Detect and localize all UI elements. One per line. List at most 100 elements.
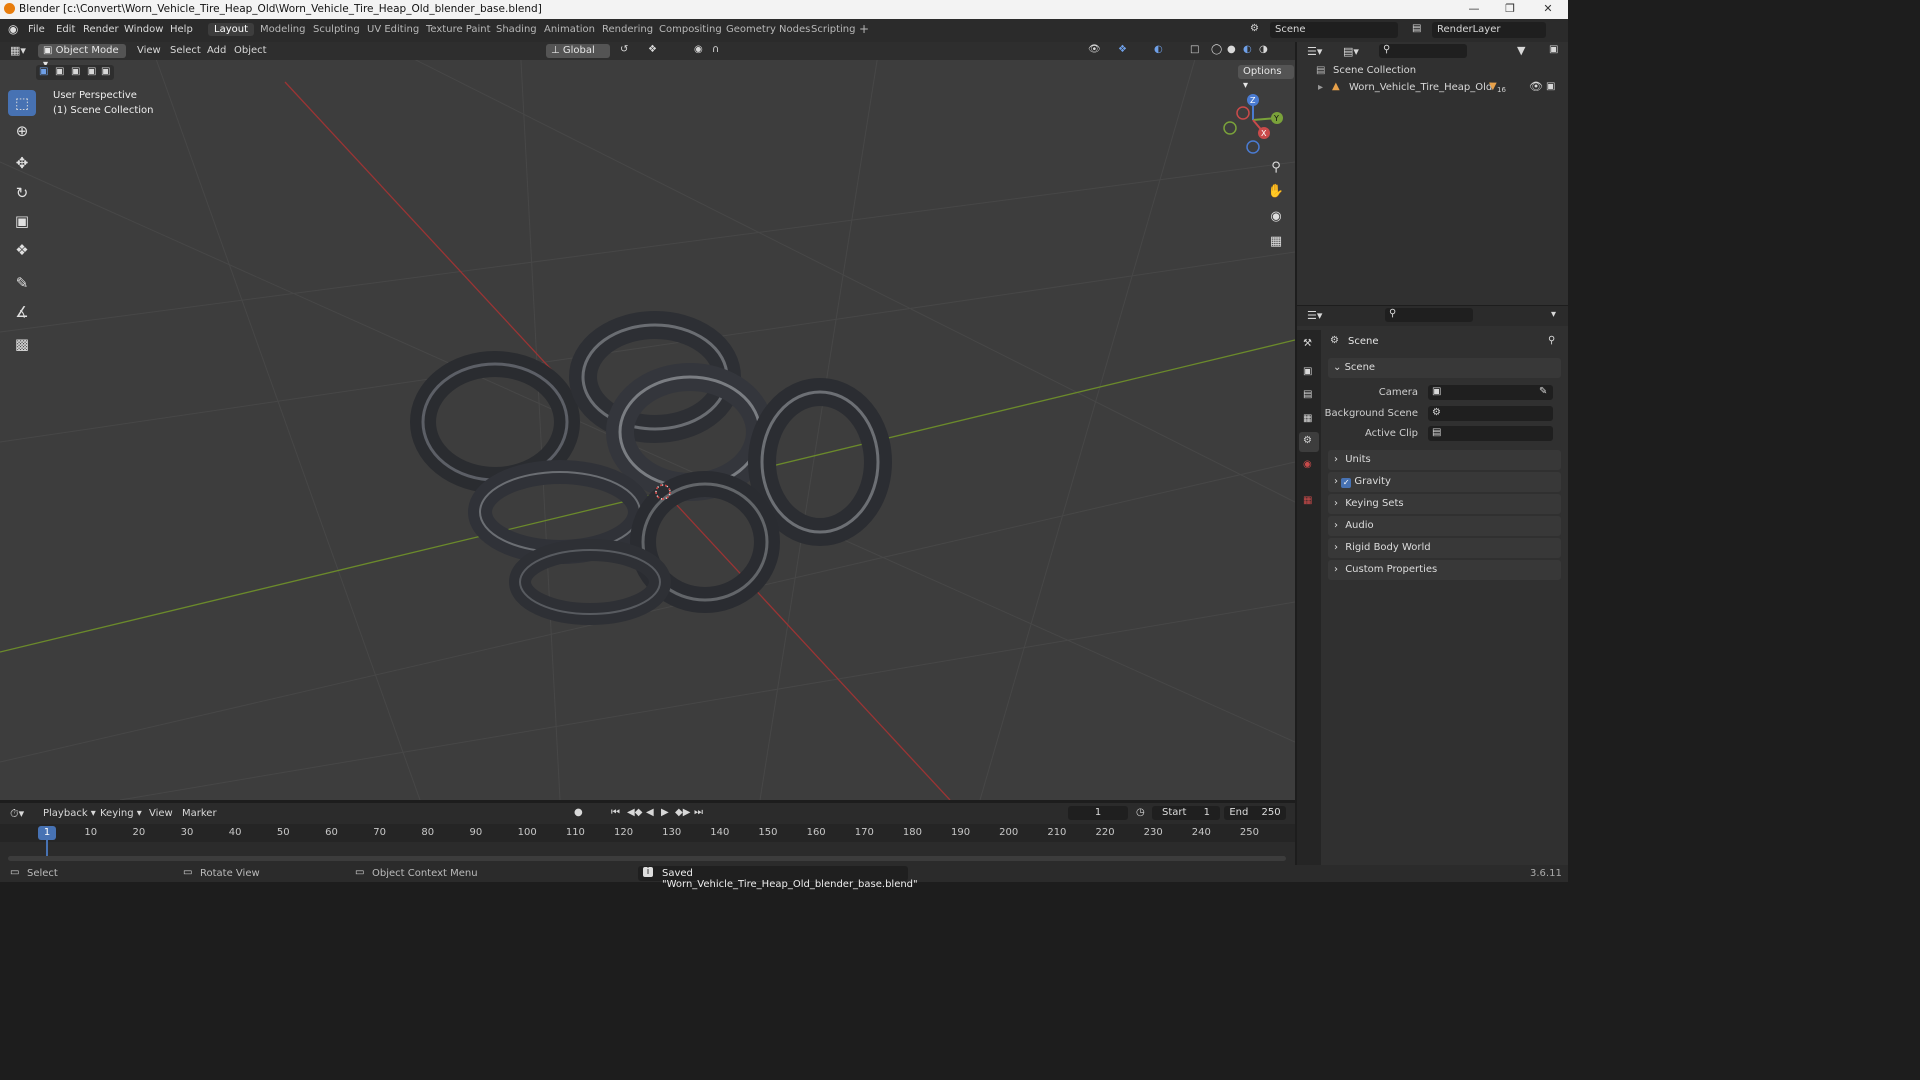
panel-rigid-body-world[interactable]: › Rigid Body World: [1328, 538, 1561, 558]
add-workspace-button[interactable]: +: [859, 22, 869, 36]
add-cube-tool[interactable]: ▩: [8, 331, 36, 357]
outliner-root-label[interactable]: Scene Collection: [1333, 65, 1416, 76]
close-button[interactable]: ✕: [1530, 0, 1566, 19]
select-box-tool[interactable]: ⬚: [8, 90, 36, 116]
menu-file[interactable]: File: [28, 24, 45, 35]
snap-icon[interactable]: ❖: [648, 44, 657, 55]
gravity-checkbox[interactable]: ✓: [1341, 478, 1352, 488]
select-new-icon[interactable]: ▣: [39, 66, 48, 77]
select-extend-icon[interactable]: ▣: [55, 66, 64, 77]
menu-help[interactable]: Help: [170, 24, 193, 35]
outliner-item-label[interactable]: Worn_Vehicle_Tire_Heap_Old: [1349, 82, 1492, 93]
blender-menu-icon[interactable]: ◉: [8, 22, 18, 36]
viewport-menu-add[interactable]: Add: [207, 45, 226, 56]
transform-orientation[interactable]: ⊥ Global: [546, 44, 610, 58]
camera-view-icon[interactable]: ◉: [1265, 206, 1287, 228]
record-icon[interactable]: ●: [574, 807, 583, 818]
tab-modeling[interactable]: Modeling: [260, 24, 306, 35]
gizmo-toggle-icon[interactable]: ❖: [1118, 44, 1127, 55]
pan-hand-icon[interactable]: ✋: [1265, 181, 1287, 203]
falloff-icon[interactable]: ∩: [712, 44, 719, 55]
pin-icon[interactable]: ⚲: [1548, 335, 1555, 346]
filter-icon[interactable]: ▼: [1517, 44, 1525, 57]
proportional-edit-icon[interactable]: ◉: [694, 44, 703, 55]
start-frame-field[interactable]: Start 1: [1152, 806, 1220, 820]
scale-tool[interactable]: ▣: [8, 208, 36, 234]
current-frame-field[interactable]: 1: [1068, 806, 1128, 820]
tab-animation[interactable]: Animation: [544, 24, 595, 35]
properties-editor-type-icon[interactable]: ☰▾: [1307, 309, 1322, 322]
properties-search-input[interactable]: ⚲: [1385, 308, 1473, 322]
perspective-grid-icon[interactable]: ▦: [1265, 231, 1287, 253]
cursor-tool[interactable]: ⊕: [8, 118, 36, 144]
tab-compositing[interactable]: Compositing: [659, 24, 722, 35]
auto-keying-clock-icon[interactable]: ◷: [1136, 807, 1145, 818]
rotate-tool[interactable]: ↻: [8, 180, 36, 206]
outliner-search-input[interactable]: ⚲: [1379, 44, 1467, 58]
panel-custom-properties[interactable]: › Custom Properties: [1328, 560, 1561, 580]
timeline-menu-playback[interactable]: Playback ▾: [43, 808, 96, 819]
menu-edit[interactable]: Edit: [56, 24, 75, 35]
jump-start-icon[interactable]: ⏮: [611, 807, 620, 818]
menu-window[interactable]: Window: [124, 24, 163, 35]
tool-tab-icon[interactable]: ⚒: [1303, 338, 1312, 349]
material-shading-icon[interactable]: ◐: [1243, 44, 1252, 55]
select-subtract-icon[interactable]: ▣: [71, 66, 80, 77]
chevron-down-icon[interactable]: ▾: [1551, 309, 1556, 320]
tab-texture-paint[interactable]: Texture Paint: [426, 24, 491, 35]
playhead-frame[interactable]: 1: [38, 826, 56, 840]
panel-keying-sets[interactable]: › Keying Sets: [1328, 494, 1561, 514]
timeline-scrollbar[interactable]: [8, 856, 1286, 861]
navigation-gizmo[interactable]: Z Y X: [1215, 90, 1290, 155]
maximize-button[interactable]: ❐: [1492, 0, 1528, 19]
panel-scene[interactable]: ⌄ Scene: [1328, 358, 1561, 378]
timeline-menu-view[interactable]: View: [149, 808, 173, 819]
select-intersect-icon[interactable]: ▣: [101, 66, 110, 77]
overlay-toggle-icon[interactable]: ◐: [1154, 44, 1163, 55]
texture-tab-icon[interactable]: ▦: [1303, 495, 1312, 506]
play-reverse-icon[interactable]: ◀: [646, 807, 654, 818]
timeline-editor-type-icon[interactable]: ⏱▾: [10, 807, 24, 821]
zoom-icon[interactable]: ⚲: [1265, 157, 1287, 179]
tab-geometry-nodes[interactable]: Geometry Nodes: [726, 24, 810, 35]
solid-shading-icon[interactable]: ●: [1227, 44, 1236, 55]
prev-keyframe-icon[interactable]: ◀◆: [627, 807, 642, 818]
tab-rendering[interactable]: Rendering: [602, 24, 653, 35]
xray-icon[interactable]: □: [1190, 44, 1199, 55]
viewport-menu-object[interactable]: Object: [234, 45, 267, 56]
editor-type-icon[interactable]: ▦▾: [10, 44, 26, 57]
active-clip-field[interactable]: ▤: [1428, 426, 1553, 441]
move-tool[interactable]: ✥: [8, 150, 36, 176]
timeline-menu-marker[interactable]: Marker: [182, 808, 217, 819]
jump-end-icon[interactable]: ⏭: [694, 807, 703, 818]
pivot-icon[interactable]: ↺: [620, 44, 628, 55]
camera-field[interactable]: ▣ ✎: [1428, 385, 1553, 400]
eyedropper-icon[interactable]: ✎: [1539, 386, 1547, 397]
display-mode-icon[interactable]: ▤▾: [1343, 45, 1359, 58]
viewport-menu-select[interactable]: Select: [170, 45, 201, 56]
scene-selector[interactable]: Scene: [1270, 22, 1398, 38]
options-button[interactable]: Options ▾: [1238, 65, 1294, 91]
3d-viewport[interactable]: [0, 42, 1295, 800]
expand-arrow-icon[interactable]: ▸: [1318, 82, 1323, 93]
tab-sculpting[interactable]: Sculpting: [313, 24, 360, 35]
next-keyframe-icon[interactable]: ◆▶: [675, 807, 690, 818]
end-frame-field[interactable]: End 250: [1224, 806, 1286, 820]
viewport-menu-view[interactable]: View: [137, 45, 161, 56]
play-icon[interactable]: ▶: [661, 807, 669, 818]
panel-gravity[interactable]: › ✓ Gravity: [1328, 472, 1561, 492]
render-camera-icon[interactable]: ▣: [1546, 81, 1555, 92]
rendered-shading-icon[interactable]: ◑: [1259, 44, 1268, 55]
panel-audio[interactable]: › Audio: [1328, 516, 1561, 536]
background-scene-field[interactable]: ⚙: [1428, 406, 1553, 421]
measure-tool[interactable]: ∡: [8, 299, 36, 325]
view-layer-selector[interactable]: RenderLayer: [1432, 22, 1546, 38]
tab-uv-editing[interactable]: UV Editing: [367, 24, 419, 35]
eye-icon[interactable]: 👁: [1529, 80, 1543, 93]
visibility-icon[interactable]: 👁: [1088, 44, 1101, 55]
timeline-menu-keying[interactable]: Keying ▾: [100, 808, 142, 819]
world-tab-icon[interactable]: ◉: [1303, 459, 1312, 470]
minimize-button[interactable]: —: [1456, 0, 1492, 19]
select-invert-icon[interactable]: ▣: [87, 66, 96, 77]
panel-units[interactable]: › Units: [1328, 450, 1561, 470]
